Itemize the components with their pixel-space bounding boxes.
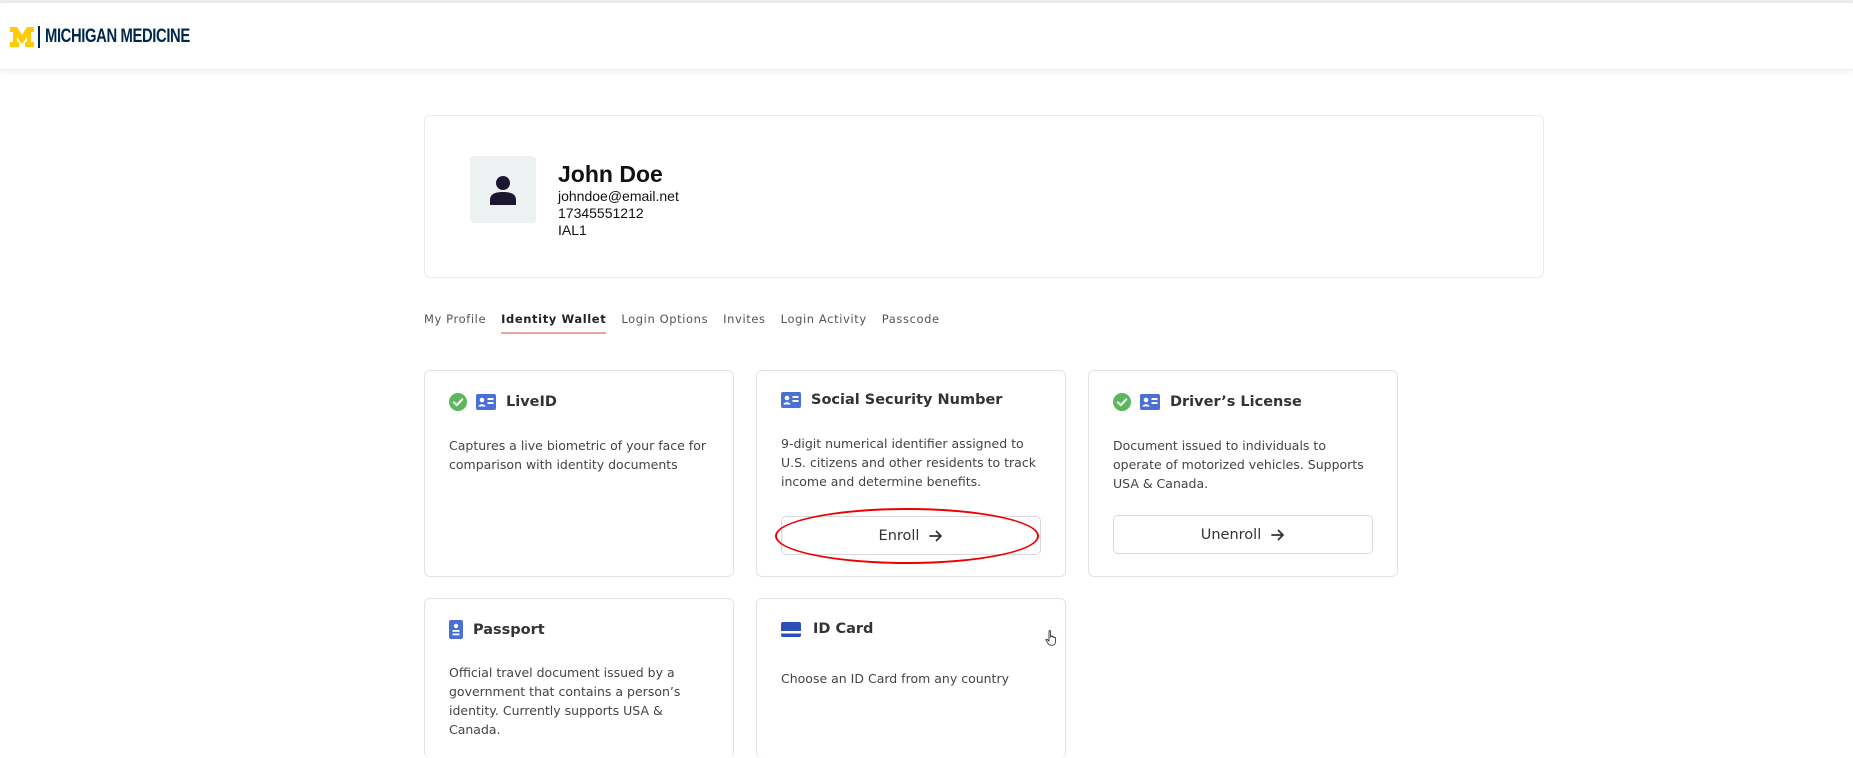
card-id-card-title: ID Card: [813, 621, 874, 637]
card-ssn-description: 9-digit numerical identifier assigned to…: [781, 436, 1036, 489]
card-passport-description: Official travel document issued by a gov…: [449, 665, 681, 737]
card-passport: Passport Official travel document issued…: [424, 598, 734, 758]
card-id-card-description: Choose an ID Card from any country: [781, 671, 1009, 686]
profile-email: johndoe@email.net: [558, 188, 679, 204]
arrow-right-icon: [929, 530, 943, 541]
tab-identity-wallet[interactable]: Identity Wallet: [501, 312, 607, 334]
hand-cursor-icon: [1045, 630, 1057, 646]
logo-text: MICHIGAN MEDICINE: [45, 26, 190, 47]
enroll-button-label: Enroll: [878, 527, 920, 544]
card-drivers-license-header: Driver’s License: [1113, 393, 1302, 411]
profile-assurance-level: IAL1: [558, 222, 587, 238]
card-ssn-header: Social Security Number: [781, 392, 1002, 408]
id-card-icon: [476, 394, 496, 410]
id-card-icon: [781, 392, 801, 408]
profile-name: John Doe: [558, 161, 663, 187]
logo-divider: [38, 26, 40, 48]
passport-icon: [449, 620, 463, 639]
card-liveid-header: LiveID: [449, 393, 557, 411]
card-icon: [781, 621, 801, 637]
profile-info: John Doe johndoe@email.net 17345551212 I…: [558, 160, 679, 239]
person-silhouette-icon: [490, 175, 516, 205]
verified-check-icon: [449, 393, 467, 411]
verified-check-icon: [1113, 393, 1131, 411]
user-avatar-icon: [470, 156, 536, 223]
tab-login-options[interactable]: Login Options: [621, 312, 708, 334]
profile-tabs: My Profile Identity Wallet Login Options…: [424, 312, 955, 334]
card-passport-title: Passport: [473, 621, 545, 638]
block-m-logo-icon: [10, 27, 34, 47]
card-drivers-license-description: Document issued to individuals to operat…: [1113, 438, 1364, 491]
card-liveid-title: LiveID: [506, 394, 557, 410]
profile-card: John Doe johndoe@email.net 17345551212 I…: [424, 115, 1544, 278]
michigan-medicine-logo[interactable]: MICHIGAN MEDICINE: [10, 23, 231, 51]
unenroll-button-label: Unenroll: [1200, 526, 1262, 543]
card-liveid-description: Captures a live biometric of your face f…: [449, 438, 706, 472]
card-liveid: LiveID Captures a live biometric of your…: [424, 370, 734, 577]
unenroll-button[interactable]: Unenroll: [1113, 515, 1373, 554]
profile-phone: 17345551212: [558, 205, 644, 221]
card-drivers-license: Driver’s License Document issued to indi…: [1088, 370, 1398, 577]
tab-passcode[interactable]: Passcode: [882, 312, 940, 334]
card-id-card-header: ID Card: [781, 621, 873, 637]
card-id-card: ID Card Choose an ID Card from any count…: [756, 598, 1066, 758]
tab-invites[interactable]: Invites: [723, 312, 765, 334]
enroll-button[interactable]: Enroll: [781, 516, 1041, 555]
card-ssn: Social Security Number 9-digit numerical…: [756, 370, 1066, 577]
arrow-right-icon: [1271, 529, 1285, 540]
tab-login-activity[interactable]: Login Activity: [781, 312, 867, 334]
card-passport-header: Passport: [449, 620, 545, 639]
card-drivers-license-title: Driver’s License: [1170, 394, 1302, 410]
tab-my-profile[interactable]: My Profile: [424, 312, 486, 334]
id-card-icon: [1140, 394, 1160, 410]
card-ssn-title: Social Security Number: [811, 392, 1003, 408]
app-header: MICHIGAN MEDICINE: [0, 3, 1853, 70]
